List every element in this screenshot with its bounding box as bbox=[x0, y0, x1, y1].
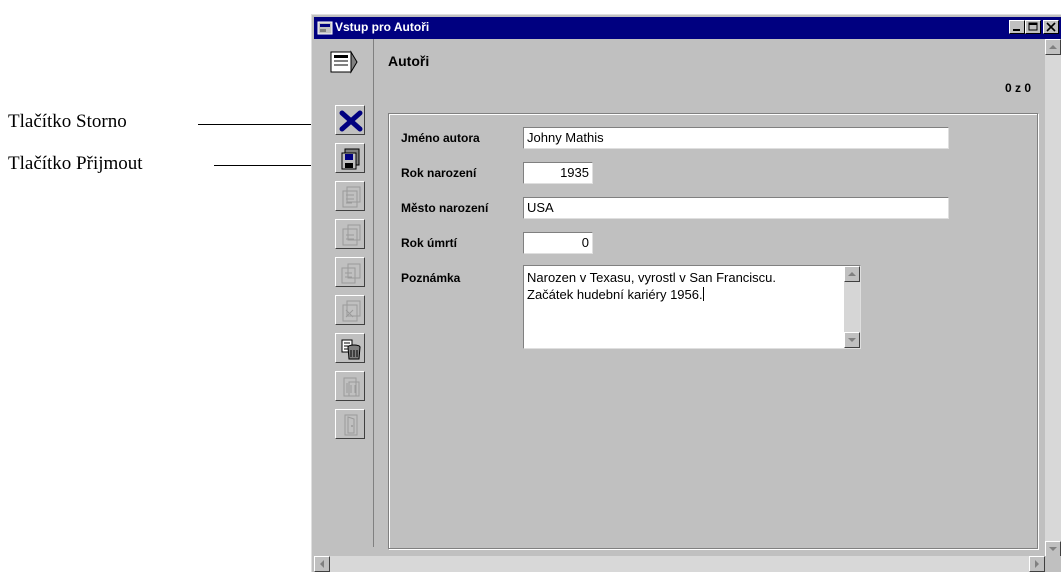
print-button[interactable] bbox=[335, 371, 365, 401]
header-panel: Autoři 0 z 0 bbox=[374, 39, 1043, 99]
exit-door-icon bbox=[344, 414, 358, 436]
window-horizontal-scrollbar[interactable] bbox=[314, 556, 1045, 572]
delete-record-icon bbox=[342, 300, 361, 322]
edit-record-icon bbox=[342, 224, 361, 246]
record-counter: 0 z 0 bbox=[1004, 81, 1031, 95]
birth-year-label: Rok narození bbox=[401, 166, 477, 180]
birth-year-field[interactable]: 1935 bbox=[523, 162, 593, 184]
edit-record-button[interactable] bbox=[335, 219, 365, 249]
text-cursor bbox=[702, 287, 704, 301]
note-line-1: Narozen v Texasu, vyrostl v San Francisc… bbox=[527, 270, 777, 285]
note-scrollbar[interactable] bbox=[844, 266, 860, 348]
page-title: Autoři bbox=[388, 53, 430, 69]
save-disk-icon bbox=[341, 148, 360, 170]
callout-storno: Tlačítko Storno bbox=[8, 111, 127, 132]
note-textarea[interactable]: Narozen v Texasu, vyrostl v San Francisc… bbox=[523, 265, 861, 349]
birth-city-label: Město narození bbox=[401, 201, 489, 215]
callout-storno-line bbox=[198, 124, 322, 125]
callout-prijmout: Tlačítko Přijmout bbox=[8, 153, 143, 174]
note-line-2-text: Začátek hudební kariéry 1956. bbox=[527, 287, 703, 302]
window-vertical-scrollbar[interactable] bbox=[1045, 39, 1061, 557]
minimize-icon bbox=[1013, 29, 1020, 31]
arrow-right-icon bbox=[1035, 560, 1039, 568]
delete-record-button[interactable] bbox=[335, 295, 365, 325]
birth-city-field[interactable]: USA bbox=[523, 197, 949, 219]
death-year-label: Rok úmrtí bbox=[401, 236, 458, 250]
death-year-field[interactable]: 0 bbox=[523, 232, 593, 254]
note-label: Poznámka bbox=[401, 271, 461, 285]
note-scroll-down-button[interactable] bbox=[844, 332, 860, 348]
trash-bin-icon bbox=[341, 339, 361, 360]
form-window-icon bbox=[330, 50, 358, 74]
author-entry-window: Vstup pro Autoři Autoři 0 z 0 Jméno auto… bbox=[311, 14, 1061, 572]
arrow-down-icon bbox=[1049, 547, 1057, 551]
trash-bin-button[interactable] bbox=[335, 333, 365, 363]
print-icon bbox=[343, 377, 360, 397]
app-window-icon bbox=[317, 21, 333, 35]
toolbar-panel bbox=[314, 39, 374, 547]
arrow-up-icon bbox=[1049, 45, 1057, 49]
cancel-x-icon bbox=[339, 110, 363, 132]
close-button[interactable] bbox=[1043, 20, 1059, 34]
new-record-button[interactable] bbox=[335, 181, 365, 211]
new-record-icon bbox=[342, 186, 361, 208]
storno-cancel-button[interactable] bbox=[335, 105, 365, 135]
author-name-label: Jméno autora bbox=[401, 131, 480, 145]
callout-prijmout-line bbox=[214, 165, 322, 166]
prijmout-accept-button[interactable] bbox=[335, 143, 365, 173]
note-text: Narozen v Texasu, vyrostl v San Francisc… bbox=[527, 269, 840, 303]
window-scroll-left-button[interactable] bbox=[314, 556, 330, 572]
form-area: Jméno autora Johny Mathis Rok narození 1… bbox=[388, 113, 1038, 549]
window-scroll-up-button[interactable] bbox=[1045, 39, 1061, 55]
exit-button[interactable] bbox=[335, 409, 365, 439]
title-bar[interactable]: Vstup pro Autoři bbox=[314, 17, 1061, 39]
author-name-field[interactable]: Johny Mathis bbox=[523, 127, 949, 149]
scrollbar-corner bbox=[1045, 556, 1061, 572]
arrow-left-icon bbox=[320, 560, 324, 568]
window-scroll-down-button[interactable] bbox=[1045, 541, 1061, 557]
note-scroll-up-button[interactable] bbox=[844, 266, 860, 282]
copy-record-icon bbox=[341, 263, 361, 284]
arrow-down-icon bbox=[848, 338, 856, 342]
window-title: Vstup pro Autoři bbox=[335, 20, 430, 34]
close-icon bbox=[1046, 22, 1056, 32]
copy-record-button[interactable] bbox=[335, 257, 365, 287]
window-scroll-right-button[interactable] bbox=[1029, 556, 1045, 572]
maximize-icon bbox=[1028, 22, 1038, 31]
arrow-up-icon bbox=[848, 272, 856, 276]
note-line-2: Začátek hudební kariéry 1956. bbox=[527, 286, 840, 303]
minimize-button[interactable] bbox=[1009, 20, 1025, 34]
maximize-button[interactable] bbox=[1025, 20, 1041, 34]
